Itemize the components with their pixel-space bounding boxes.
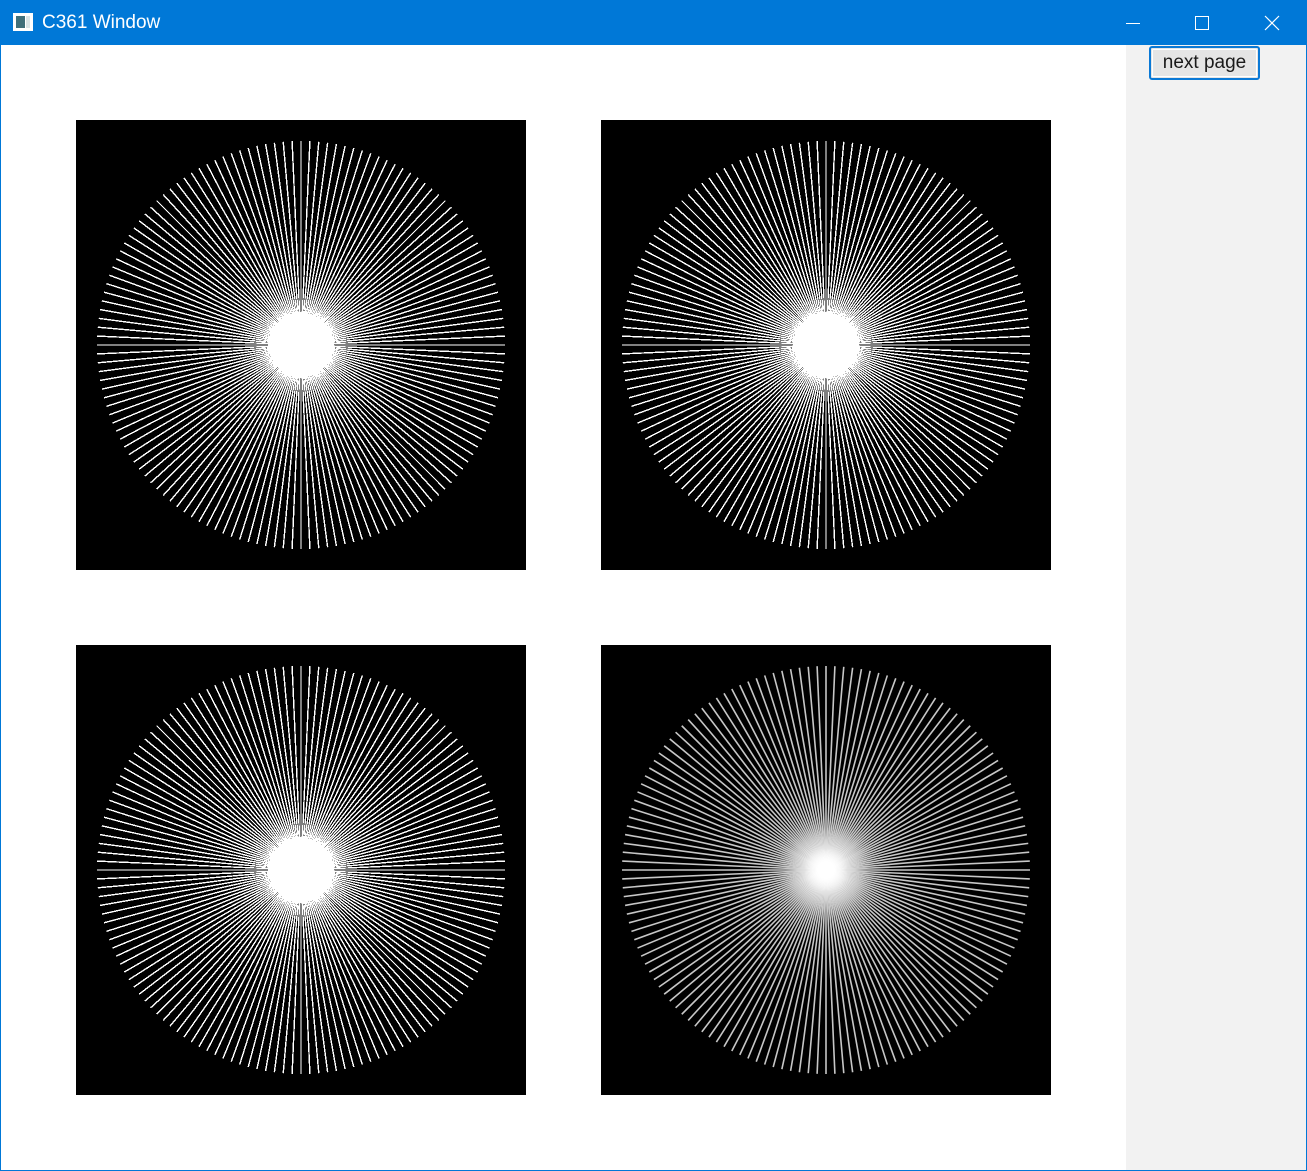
app-window: C361 Window next page bbox=[0, 0, 1307, 1171]
radial-lines-bottom-left bbox=[97, 666, 505, 1074]
image-canvas bbox=[1, 45, 1126, 1170]
radial-lines-bottom-right bbox=[622, 666, 1030, 1074]
window-title: C361 Window bbox=[42, 12, 161, 33]
spoke-center bbox=[285, 854, 317, 886]
next-page-button[interactable]: next page bbox=[1149, 46, 1260, 80]
maximize-button[interactable] bbox=[1167, 1, 1237, 45]
image-panel-bottom-left bbox=[76, 645, 526, 1095]
spoke-center bbox=[817, 861, 835, 879]
image-panel-top-right bbox=[601, 120, 1051, 570]
radial-lines-top-right bbox=[622, 141, 1030, 549]
title-bar[interactable]: C361 Window bbox=[1, 1, 1306, 45]
minimize-icon bbox=[1126, 23, 1140, 24]
image-panel-top-left bbox=[76, 120, 526, 570]
app-window-icon bbox=[13, 13, 33, 31]
radial-lines-top-left bbox=[97, 141, 505, 549]
image-panel-bottom-right bbox=[601, 645, 1051, 1095]
side-panel: next page bbox=[1126, 45, 1306, 1170]
spoke-center bbox=[285, 329, 317, 361]
close-button[interactable] bbox=[1237, 1, 1307, 45]
spoke-center bbox=[810, 329, 842, 361]
close-icon bbox=[1264, 15, 1280, 31]
maximize-icon bbox=[1195, 16, 1209, 30]
minimize-button[interactable] bbox=[1098, 1, 1168, 45]
